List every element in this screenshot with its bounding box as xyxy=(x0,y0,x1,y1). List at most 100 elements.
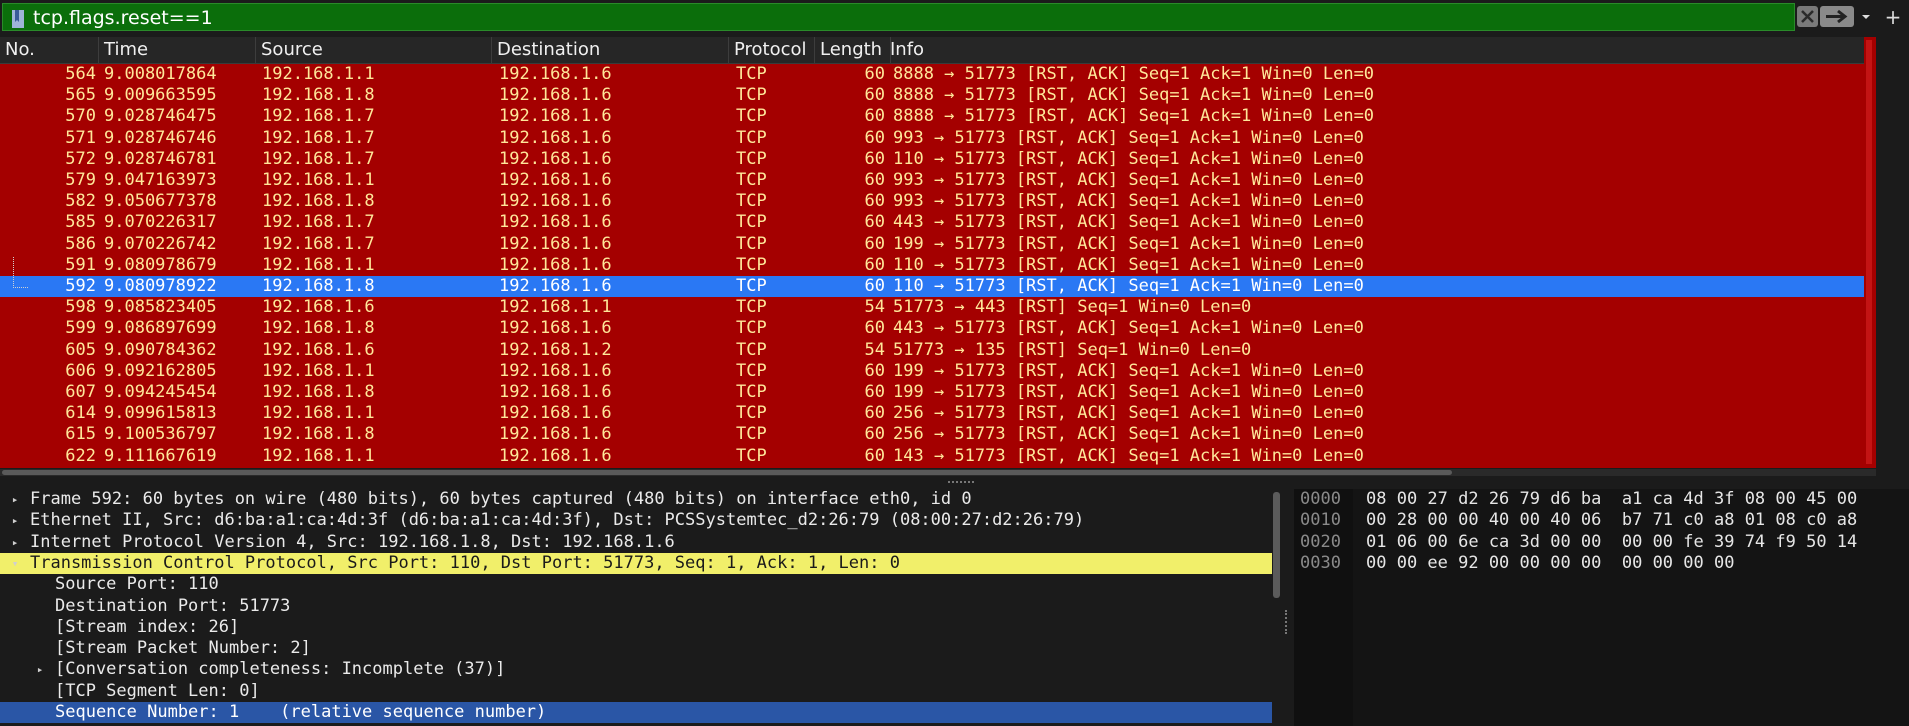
packet-row[interactable]: 572 9.028746781 192.168.1.7 192.168.1.6 TCP 6… xyxy=(0,149,1864,170)
cell-length: 60 xyxy=(864,318,885,339)
column-header-destination[interactable]: Destination xyxy=(492,37,729,63)
details-tree-item[interactable]: [TCP Segment Len: 0] xyxy=(0,681,1272,702)
cell-length: 60 xyxy=(864,424,885,445)
cell-destination: 192.168.1.6 xyxy=(499,64,612,84)
cell-time: 9.100536797 xyxy=(104,424,217,445)
cell-time: 9.080978679 xyxy=(104,254,217,275)
cell-protocol: TCP xyxy=(736,212,767,233)
horizontal-scroll-thumb[interactable] xyxy=(2,470,1452,475)
packet-row[interactable]: 585 9.070226317 192.168.1.7 192.168.1.6 TCP 6… xyxy=(0,212,1864,233)
details-tree-item[interactable]: Source Port: 110 xyxy=(0,574,1272,595)
packet-details-tree[interactable]: ▸ Frame 592: 60 bytes on wire (480 bits),… xyxy=(0,489,1272,726)
details-item-text: [Conversation completeness: Incomplete (… xyxy=(55,659,506,680)
column-header-source[interactable]: Source xyxy=(256,37,492,63)
details-item-text: Frame 592: 60 bytes on wire (480 bits), … xyxy=(30,489,972,509)
related-packet-indicator xyxy=(13,257,28,288)
details-tree-item[interactable]: [Stream index: 26] xyxy=(0,617,1272,638)
details-tree-item[interactable]: ▾ Transmission Control Protocol, Src Port… xyxy=(0,552,1272,574)
apply-filter-button[interactable] xyxy=(1820,6,1854,27)
cell-protocol: TCP xyxy=(736,424,767,445)
column-header-protocol[interactable]: Protocol xyxy=(729,37,815,63)
bytes-hex-line[interactable]: 00 00 ee 92 00 00 00 00 00 00 00 00 xyxy=(1366,553,1734,574)
details-tree-item[interactable]: Destination Port: 51773 xyxy=(0,596,1272,617)
clear-filter-button[interactable] xyxy=(1797,6,1818,27)
cell-destination: 192.168.1.1 xyxy=(499,297,612,318)
packet-row[interactable]: 586 9.070226742 192.168.1.7 192.168.1.6 TCP 6… xyxy=(0,234,1864,255)
cell-source: 192.168.1.8 xyxy=(262,318,375,339)
cell-no: 615 xyxy=(65,424,96,445)
bytes-offset: 0020 xyxy=(1300,531,1341,552)
vertical-splitter[interactable] xyxy=(1282,489,1294,726)
cell-info: 993 → 51773 [RST, ACK] Seq=1 Ack=1 Win=0… xyxy=(893,191,1364,212)
cell-time: 9.111667619 xyxy=(104,445,217,466)
bytes-hex-line[interactable]: 01 06 00 6e ca 3d 00 00 00 00 fe 39 74 f… xyxy=(1366,532,1857,553)
cell-source: 192.168.1.1 xyxy=(262,403,375,424)
column-header-time[interactable]: Time xyxy=(99,37,256,63)
packet-row[interactable]: 591 9.080978679 192.168.1.1 192.168.1.6 TCP 6… xyxy=(0,255,1864,276)
column-header-length[interactable]: Length xyxy=(815,37,891,63)
packet-row[interactable]: 570 9.028746475 192.168.1.7 192.168.1.6 TCP 6… xyxy=(0,106,1864,127)
bytes-hex-line[interactable]: 00 28 00 00 40 00 40 06 b7 71 c0 a8 01 0… xyxy=(1366,510,1857,531)
packet-list-scroll-thumb[interactable] xyxy=(1866,40,1872,464)
cell-time: 9.085823405 xyxy=(104,297,217,318)
chevron-down-icon xyxy=(1862,15,1870,19)
cell-length: 60 xyxy=(864,64,885,84)
cell-source: 192.168.1.7 xyxy=(262,148,375,169)
cell-destination: 192.168.1.6 xyxy=(499,445,612,466)
expand-arrow-down-icon[interactable]: ▾ xyxy=(9,553,21,574)
cell-destination: 192.168.1.6 xyxy=(499,276,612,296)
cell-time: 9.090784362 xyxy=(104,339,217,360)
packet-row[interactable]: 565 9.009663595 192.168.1.8 192.168.1.6 TCP 6… xyxy=(0,85,1864,106)
details-tree-item[interactable]: ▸ Frame 592: 60 bytes on wire (480 bits),… xyxy=(0,489,1272,510)
cell-destination: 192.168.1.2 xyxy=(499,339,612,360)
packet-row[interactable]: 607 9.094245454 192.168.1.8 192.168.1.6 TCP 6… xyxy=(0,382,1864,403)
details-tree-item[interactable]: ▸ Internet Protocol Version 4, Src: 192.1… xyxy=(0,532,1272,553)
packet-row[interactable]: 606 9.092162805 192.168.1.1 192.168.1.6 TCP 6… xyxy=(0,361,1864,382)
cell-source: 192.168.1.1 xyxy=(262,360,375,381)
cell-info: 51773 → 443 [RST] Seq=1 Win=0 Len=0 xyxy=(893,297,1252,318)
cell-source: 192.168.1.7 xyxy=(262,233,375,254)
bookmark-icon[interactable] xyxy=(11,10,25,28)
packet-row[interactable]: 614 9.099615813 192.168.1.1 192.168.1.6 TCP 6… xyxy=(0,403,1864,424)
cell-protocol: TCP xyxy=(736,127,767,148)
vertical-splitter-grip[interactable] xyxy=(1285,610,1289,634)
packet-row[interactable]: 599 9.086897699 192.168.1.8 192.168.1.6 TCP 6… xyxy=(0,318,1864,339)
details-tree-item[interactable]: Sequence Number: 1 (relative sequence nu… xyxy=(0,702,1272,723)
packet-row[interactable]: 622 9.111667619 192.168.1.1 192.168.1.6 TCP 6… xyxy=(0,446,1864,467)
packet-row[interactable]: 571 9.028746746 192.168.1.7 192.168.1.6 TCP 6… xyxy=(0,128,1864,149)
filter-text[interactable]: tcp.flags.reset==1 xyxy=(33,6,213,30)
add-filter-button[interactable]: + xyxy=(1880,3,1906,31)
cell-info: 993 → 51773 [RST, ACK] Seq=1 Ack=1 Win=0… xyxy=(893,170,1364,190)
column-header-no[interactable]: No. xyxy=(0,37,99,63)
cell-length: 60 xyxy=(864,403,885,424)
details-tree-item[interactable]: [Stream Packet Number: 2] xyxy=(0,638,1272,659)
column-header-info[interactable]: Info xyxy=(885,37,1864,63)
packet-list[interactable]: 564 9.008017864 192.168.1.1 192.168.1.6 TCP 6… xyxy=(0,64,1864,468)
packet-row[interactable]: 592 9.080978922 192.168.1.8 192.168.1.6 TCP 6… xyxy=(0,276,1864,297)
expand-arrow-right-icon[interactable]: ▸ xyxy=(9,489,21,510)
expand-arrow-right-icon[interactable]: ▸ xyxy=(9,532,21,553)
display-filter-input[interactable]: tcp.flags.reset==1 xyxy=(2,3,1795,31)
filter-history-dropdown[interactable] xyxy=(1856,6,1876,27)
packet-row[interactable]: 598 9.085823405 192.168.1.6 192.168.1.1 TCP 5… xyxy=(0,297,1864,318)
packet-row[interactable]: 564 9.008017864 192.168.1.1 192.168.1.6 TCP 6… xyxy=(0,64,1864,85)
packet-row[interactable]: 605 9.090784362 192.168.1.6 192.168.1.2 TCP 5… xyxy=(0,340,1864,361)
cell-no: 622 xyxy=(65,445,96,466)
expand-arrow-right-icon[interactable]: ▸ xyxy=(9,510,21,531)
details-scroll-thumb[interactable] xyxy=(1273,492,1280,598)
packet-row[interactable]: 579 9.047163973 192.168.1.1 192.168.1.6 TCP 6… xyxy=(0,170,1864,191)
cell-time: 9.050677378 xyxy=(104,191,217,212)
details-tree-item[interactable]: ▸ [Conversation completeness: Incomplete … xyxy=(0,659,1272,680)
bytes-hex-line[interactable]: 08 00 27 d2 26 79 d6 ba a1 ca 4d 3f 08 0… xyxy=(1366,489,1857,510)
cell-no: 572 xyxy=(65,148,96,169)
cell-source: 192.168.1.8 xyxy=(262,276,375,296)
packet-row[interactable]: 582 9.050677378 192.168.1.8 192.168.1.6 TCP 6… xyxy=(0,191,1864,212)
cell-destination: 192.168.1.6 xyxy=(499,148,612,169)
cell-protocol: TCP xyxy=(736,297,767,318)
packet-row[interactable]: 615 9.100536797 192.168.1.8 192.168.1.6 TCP 6… xyxy=(0,424,1864,445)
splitter-grip[interactable] xyxy=(948,481,974,485)
details-tree-item[interactable]: ▸ Ethernet II, Src: d6:ba:a1:ca:4d:3f (d6… xyxy=(0,510,1272,531)
cell-no: 607 xyxy=(65,382,96,402)
expand-arrow-right-icon[interactable]: ▸ xyxy=(34,659,46,680)
cell-destination: 192.168.1.6 xyxy=(499,360,612,381)
